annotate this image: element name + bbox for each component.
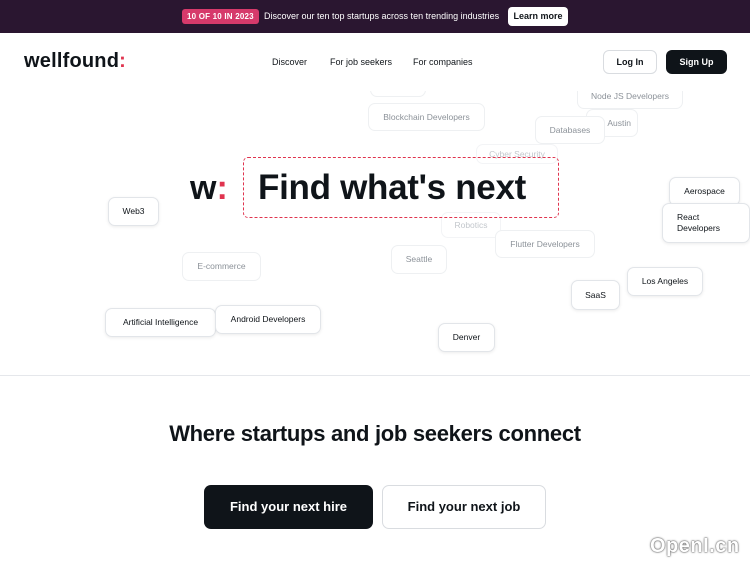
nav-link-job-seekers[interactable]: For job seekers — [330, 57, 392, 67]
logo-colon: : — [119, 50, 126, 72]
learn-more-button[interactable]: Learn more — [508, 7, 568, 26]
hero-chip[interactable]: React Developers — [662, 203, 750, 243]
announcement-bar: 10 OF 10 IN 2023 Discover our ten top st… — [0, 0, 750, 33]
announcement-badge: 10 OF 10 IN 2023 — [182, 9, 259, 24]
wellfound-logo[interactable]: wellfound: — [24, 50, 126, 73]
hero-chip[interactable]: Databases — [535, 116, 605, 144]
hero-chip[interactable]: Flutter Developers — [495, 230, 595, 258]
login-button[interactable]: Log In — [603, 50, 657, 74]
hero-chip[interactable]: Artificial Intelligence — [105, 308, 216, 337]
hero-chip[interactable]: E-commerce — [182, 252, 261, 281]
nav-link-companies[interactable]: For companies — [413, 57, 473, 67]
hero-section: Node JS Developers Blockchain Developers… — [0, 91, 750, 375]
signup-button[interactable]: Sign Up — [666, 50, 727, 74]
logo-text: wellfound — [24, 50, 120, 72]
hero-chip[interactable]: Node JS Developers — [577, 91, 683, 109]
hero-chip[interactable]: Blockchain Developers — [368, 103, 485, 131]
connect-tagline: Where startups and job seekers connect — [169, 421, 581, 446]
find-next-job-button[interactable]: Find your next job — [382, 485, 546, 529]
hero-chip[interactable]: Web3 — [108, 197, 159, 226]
wellfound-mark-icon: w: — [190, 169, 228, 207]
hero-chip-partial — [370, 91, 426, 97]
hero-chip[interactable]: SaaS — [571, 280, 620, 310]
hero-chip[interactable]: Los Angeles — [627, 267, 703, 296]
site-watermark: OpenI.cn — [650, 535, 740, 557]
find-next-hire-button[interactable]: Find your next hire — [204, 485, 373, 529]
announcement-message: Discover our ten top startups across ten… — [264, 11, 500, 21]
hero-headline: Find what's next — [258, 168, 526, 207]
section-divider — [0, 375, 750, 376]
nav-link-discover[interactable]: Discover — [272, 57, 307, 67]
hero-chip[interactable]: Seattle — [391, 245, 447, 274]
hero-chip[interactable]: Android Developers — [215, 305, 321, 334]
hero-chip[interactable]: Aerospace — [669, 177, 740, 206]
hero-chip[interactable]: Denver — [438, 323, 495, 352]
